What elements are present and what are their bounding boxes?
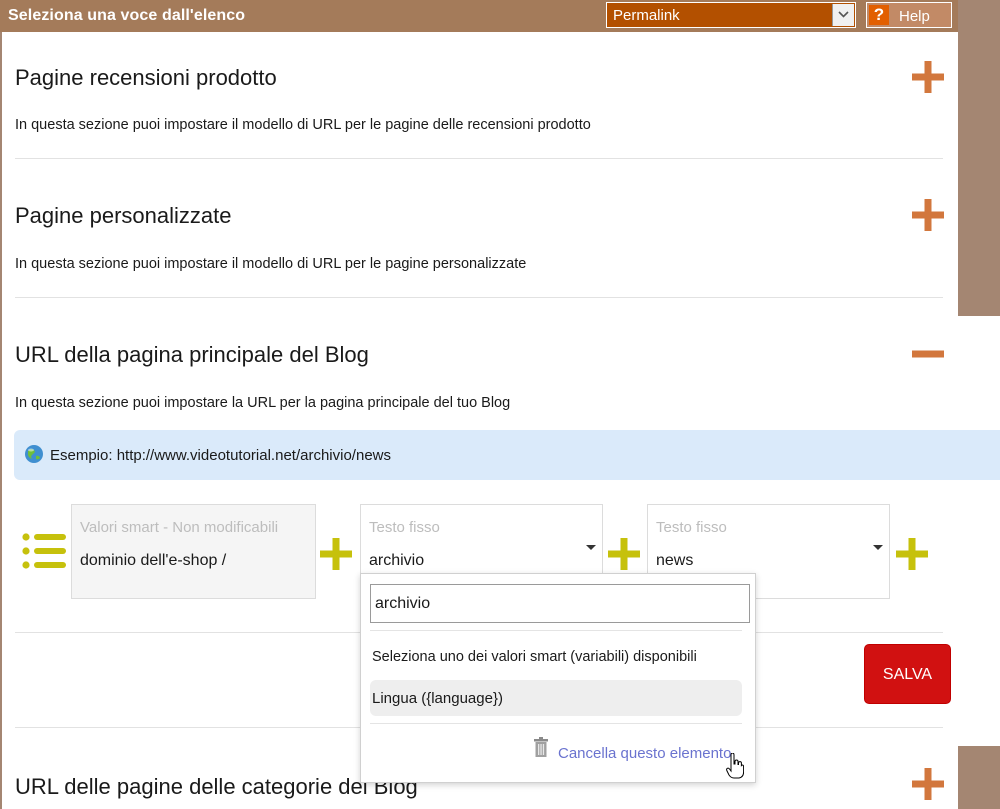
dropdown-separator bbox=[370, 630, 742, 631]
example-url-text: Esempio: http://www.videotutorial.net/ar… bbox=[50, 447, 391, 464]
fixed-text-input[interactable] bbox=[370, 584, 750, 623]
list-drag-icon[interactable] bbox=[22, 532, 66, 570]
section-title-custom-pages[interactable]: Pagine personalizzate bbox=[15, 203, 231, 229]
section-desc-custom-pages: In questa sezione puoi impostare il mode… bbox=[15, 256, 527, 272]
fixed-text-dropdown: Seleziona uno dei valori smart (variabil… bbox=[360, 573, 756, 783]
minus-icon[interactable] bbox=[912, 338, 944, 370]
save-button[interactable]: SALVA bbox=[864, 644, 951, 704]
header-title: Seleziona una voce dall'elenco bbox=[8, 7, 246, 24]
header-bar: Seleziona una voce dall'elenco Permalink… bbox=[0, 0, 958, 32]
example-banner: Esempio: http://www.videotutorial.net/ar… bbox=[14, 430, 1000, 480]
dropdown-separator bbox=[370, 723, 742, 724]
section-desc-blog-main: In questa sezione puoi impostare la URL … bbox=[15, 395, 511, 411]
section-divider bbox=[15, 297, 943, 298]
section-select[interactable]: Permalink bbox=[606, 2, 856, 28]
field-value: archivio bbox=[369, 552, 425, 569]
dropdown-caret-icon[interactable] bbox=[586, 545, 596, 550]
section-divider bbox=[15, 158, 943, 159]
section-divider bbox=[15, 727, 360, 728]
delete-element-link[interactable]: Cancella questo elemento bbox=[558, 745, 731, 762]
chevron-down-icon[interactable] bbox=[832, 4, 854, 26]
field-value: dominio dell'e-shop / bbox=[80, 552, 227, 569]
trash-icon[interactable] bbox=[533, 737, 549, 757]
plus-icon[interactable] bbox=[912, 768, 944, 800]
section-title-blog-main[interactable]: URL della pagina principale del Blog bbox=[15, 342, 369, 368]
left-edge-strip bbox=[0, 30, 2, 809]
hand-cursor-icon bbox=[726, 753, 744, 779]
field-label: Valori smart - Non modificabili bbox=[80, 519, 279, 536]
help-button[interactable]: ? Help bbox=[866, 2, 952, 28]
section-divider bbox=[15, 632, 360, 633]
add-element-icon[interactable] bbox=[896, 538, 928, 570]
section-select-value: Permalink bbox=[613, 7, 680, 24]
section-desc-product-reviews: In questa sezione puoi impostare il mode… bbox=[15, 117, 591, 133]
plus-icon[interactable] bbox=[912, 61, 944, 93]
dropdown-option-language[interactable]: Lingua ({language}) bbox=[370, 680, 742, 716]
add-element-icon[interactable] bbox=[320, 538, 352, 570]
side-background-strip-bottom bbox=[958, 746, 1000, 809]
section-divider bbox=[756, 632, 943, 633]
dropdown-option-label: Lingua ({language}) bbox=[372, 690, 503, 707]
field-label: Testo fisso bbox=[656, 519, 727, 536]
dropdown-hint: Seleziona uno dei valori smart (variabil… bbox=[372, 649, 697, 665]
help-label: Help bbox=[899, 8, 930, 25]
section-divider bbox=[756, 727, 943, 728]
field-label: Testo fisso bbox=[369, 519, 440, 536]
section-title-blog-categories[interactable]: URL delle pagine delle categorie del Blo… bbox=[15, 774, 418, 800]
add-element-icon[interactable] bbox=[608, 538, 640, 570]
dropdown-caret-icon[interactable] bbox=[873, 545, 883, 550]
smart-value-field: Valori smart - Non modificabili dominio … bbox=[71, 504, 316, 599]
section-title-product-reviews[interactable]: Pagine recensioni prodotto bbox=[15, 65, 277, 91]
help-icon: ? bbox=[869, 5, 889, 25]
globe-icon bbox=[25, 445, 43, 463]
plus-icon[interactable] bbox=[912, 199, 944, 231]
side-background-strip bbox=[958, 0, 1000, 316]
field-value: news bbox=[656, 552, 694, 569]
